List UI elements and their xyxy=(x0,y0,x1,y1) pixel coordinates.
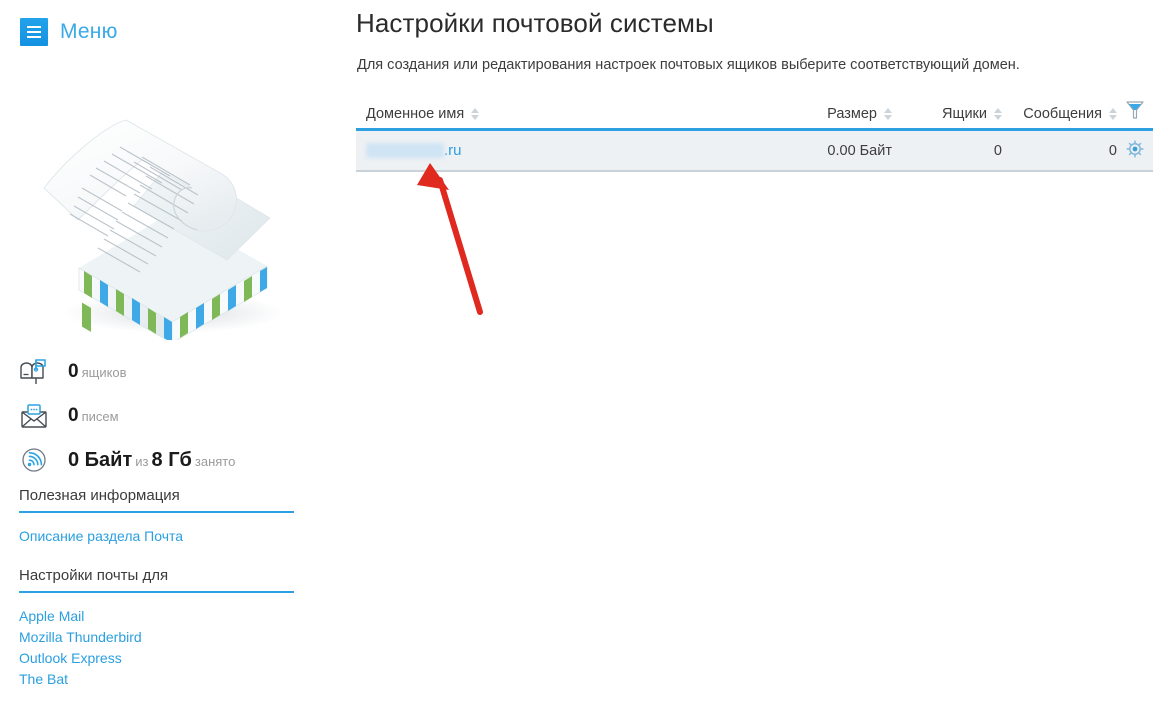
sort-arrows-icon[interactable] xyxy=(884,108,892,120)
stat-storage-text: 0 Байт из 8 Гб занято xyxy=(68,449,235,472)
section-mail-settings-links: Apple Mail Mozilla Thunderbird Outlook E… xyxy=(19,606,294,690)
stat-storage-of: из xyxy=(135,453,149,469)
stat-storage: 0 Байт из 8 Гб занято xyxy=(16,438,316,482)
stat-mailboxes: 0 ящиков xyxy=(16,350,316,394)
stat-letters-unit: писем xyxy=(81,409,119,424)
mail-settings-page: Меню 0 ящиков 0 писем 0 Байт из 8 Гб зан… xyxy=(0,0,1154,717)
link-the-bat[interactable]: The Bat xyxy=(19,669,294,690)
domain-suffix: .ru xyxy=(444,142,462,159)
sort-arrows-icon[interactable] xyxy=(994,108,1002,120)
gear-icon[interactable] xyxy=(1125,139,1145,163)
section-useful-info-links: Описание раздела Почта xyxy=(19,526,294,547)
cell-size: 0.00 Байт xyxy=(827,142,892,159)
link-mail-section-description[interactable]: Описание раздела Почта xyxy=(19,526,294,547)
column-header-mailboxes-label: Ящики xyxy=(942,106,987,122)
main-content: Настройки почтовой системы Для создания … xyxy=(356,0,1154,717)
section-useful-info-title: Полезная информация xyxy=(19,487,294,513)
link-apple-mail[interactable]: Apple Mail xyxy=(19,606,294,627)
stat-mailboxes-text: 0 ящиков xyxy=(68,361,127,383)
envelope-icon xyxy=(16,398,52,434)
section-mail-settings-title: Настройки почты для xyxy=(19,567,294,593)
page-subtitle: Для создания или редактирования настроек… xyxy=(357,57,1020,73)
stat-letters-text: 0 писем xyxy=(68,405,119,427)
hamburger-icon[interactable] xyxy=(20,18,48,46)
redacted-domain-name xyxy=(366,143,444,158)
section-mail-settings-for: Настройки почты для Apple Mail Mozilla T… xyxy=(19,567,294,690)
signal-icon xyxy=(16,442,52,478)
column-header-messages[interactable]: Сообщения xyxy=(1002,106,1117,128)
table-row[interactable]: .ru 0.00 Байт 0 0 xyxy=(356,131,1153,172)
menu-label: Меню xyxy=(60,20,118,43)
stat-mailboxes-value: 0 xyxy=(68,361,79,382)
column-header-size-label: Размер xyxy=(827,106,877,122)
mail-stats: 0 ящиков 0 писем 0 Байт из 8 Гб занято xyxy=(16,350,316,482)
sort-arrows-icon[interactable] xyxy=(471,108,480,120)
column-header-domain-name[interactable]: Доменное имя xyxy=(356,106,752,128)
stat-storage-total: 8 Гб xyxy=(151,448,192,471)
stat-storage-unit: занято xyxy=(194,453,236,469)
domains-table: Доменное имя Размер Ящики Сообщения .ru … xyxy=(356,98,1153,172)
stat-letters: 0 писем xyxy=(16,394,316,438)
cell-actions[interactable] xyxy=(1117,139,1153,163)
envelope-with-letter-illustration xyxy=(22,100,312,344)
cell-mailboxes: 0 xyxy=(993,142,1002,159)
cell-domain-name[interactable]: .ru xyxy=(356,142,752,159)
link-outlook-express[interactable]: Outlook Express xyxy=(19,648,294,669)
mailbox-icon xyxy=(16,354,52,390)
cell-messages: 0 xyxy=(1108,142,1117,159)
section-useful-info: Полезная информация Описание раздела Поч… xyxy=(19,487,294,547)
column-header-messages-label: Сообщения xyxy=(1023,106,1102,122)
sidebar: Меню 0 ящиков 0 писем 0 Байт из 8 Гб зан… xyxy=(0,0,330,717)
column-header-size[interactable]: Размер xyxy=(752,106,892,128)
menu-button[interactable]: Меню xyxy=(20,18,118,46)
column-header-mailboxes[interactable]: Ящики xyxy=(892,106,1002,128)
filter-button[interactable] xyxy=(1117,99,1153,128)
domain-link[interactable]: .ru xyxy=(366,142,462,159)
stat-storage-used: 0 Байт xyxy=(68,448,133,471)
stat-letters-value: 0 xyxy=(68,405,79,426)
page-title: Настройки почтовой системы xyxy=(356,8,714,38)
sort-arrows-icon[interactable] xyxy=(1109,108,1117,120)
column-header-domain-name-label: Доменное имя xyxy=(366,106,465,122)
stat-mailboxes-unit: ящиков xyxy=(81,365,127,380)
link-mozilla-thunderbird[interactable]: Mozilla Thunderbird xyxy=(19,627,294,648)
table-header-row: Доменное имя Размер Ящики Сообщения xyxy=(356,98,1153,131)
filter-funnel-icon[interactable] xyxy=(1125,99,1145,125)
